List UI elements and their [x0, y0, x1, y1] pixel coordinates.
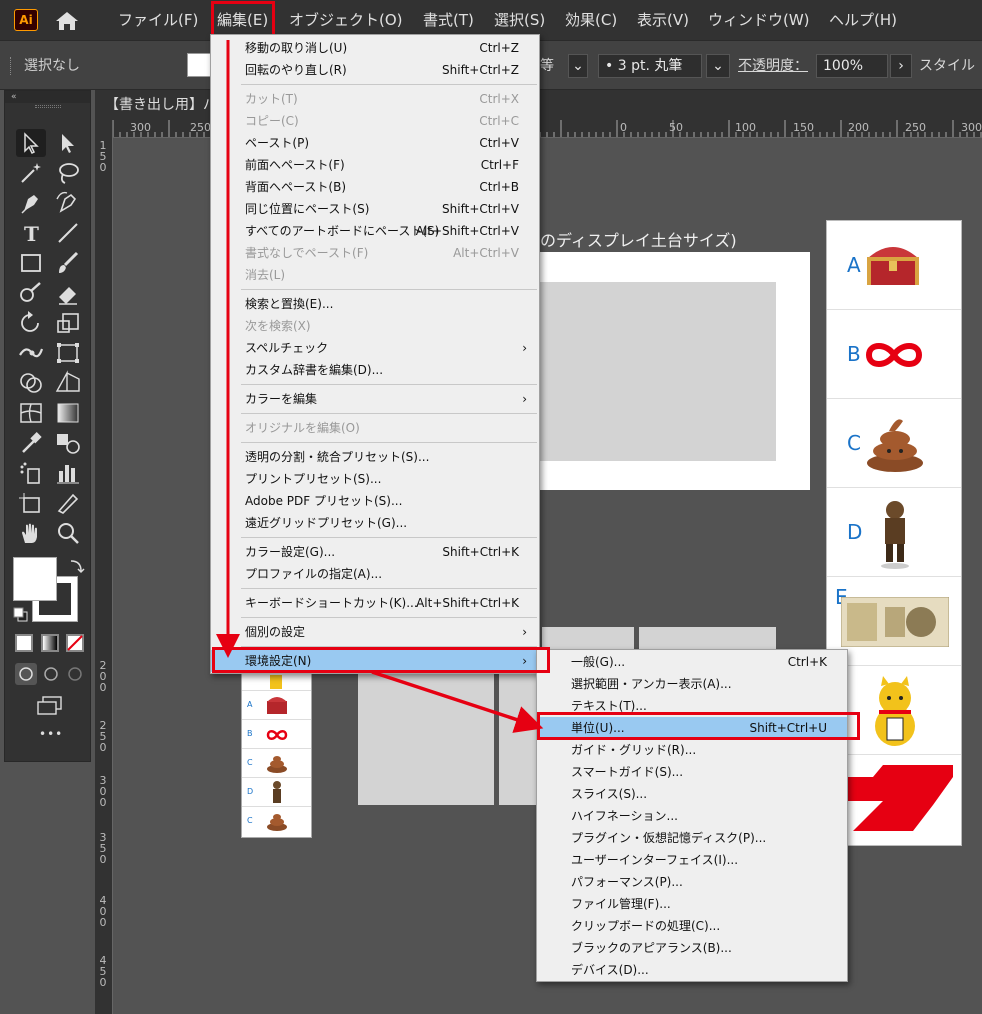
annotation-arrows — [216, 40, 544, 733]
annotation-units-box — [537, 712, 860, 740]
annotation-preferences-box — [212, 647, 550, 673]
illustrator-window: Ai ファイル(F) 編集(E) オブジェクト(O) 書式(T) 選択(S) 効… — [0, 0, 982, 1014]
